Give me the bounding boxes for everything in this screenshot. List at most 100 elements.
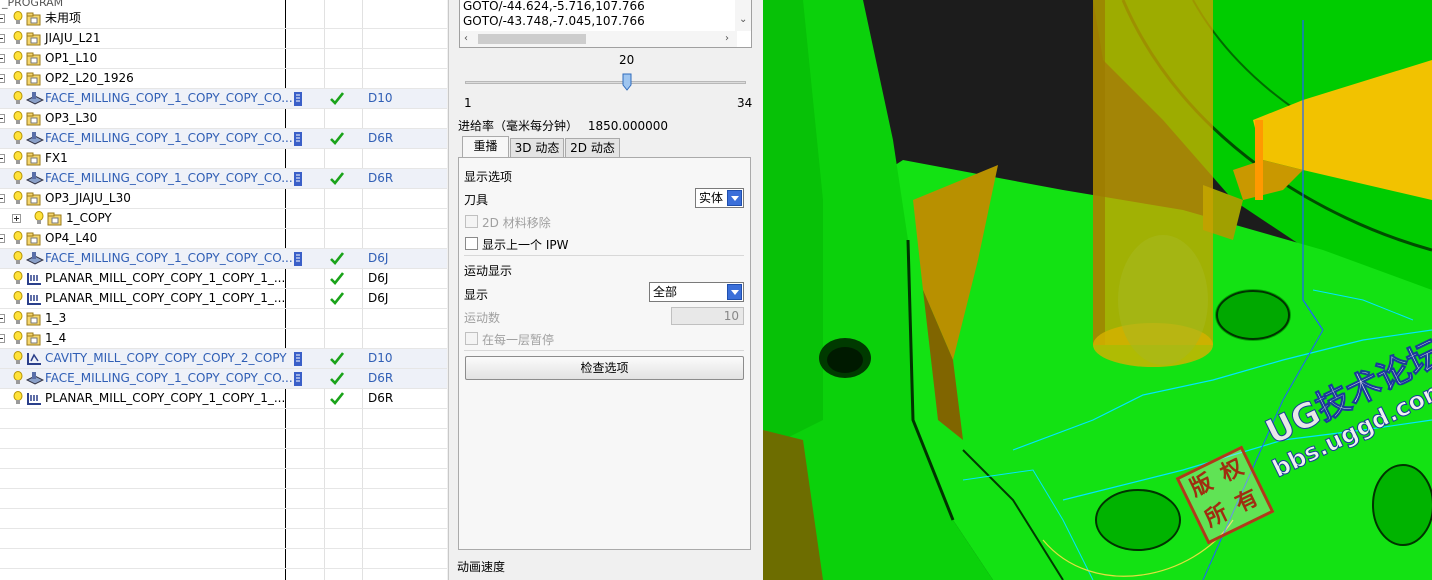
- operation-name: OP3_L30: [45, 111, 98, 125]
- operation-name: OP1_L10: [45, 51, 98, 65]
- operation-name: FX1: [45, 151, 68, 165]
- expand-toggle-icon[interactable]: [0, 154, 5, 163]
- tree-row[interactable]: FACE_MILLING_COPY_1_COPY_COPY_CO... D6R: [0, 369, 447, 389]
- tab-2d-dynamic[interactable]: 2D 动态: [565, 138, 620, 157]
- checkmark-icon: [330, 352, 345, 368]
- operation-navigator: _PROGRAM 未用项 JIAJU_L21 OP1_L10 OP2_L20_1926…: [0, 0, 447, 580]
- expand-toggle-icon[interactable]: [0, 74, 5, 83]
- slider-thumb[interactable]: [622, 73, 632, 91]
- tree-row[interactable]: 未用项: [0, 9, 447, 29]
- toolpath-icon: [294, 372, 302, 389]
- scroll-down-icon[interactable]: ⌄: [739, 15, 747, 25]
- tree-row[interactable]: OP3_L30: [0, 109, 447, 129]
- motion-count-label: 运动数: [464, 311, 501, 325]
- tree-row[interactable]: OP1_L10: [0, 49, 447, 69]
- tool-name: D6R: [368, 131, 394, 145]
- cavity-mill-icon: [26, 352, 42, 369]
- expand-toggle-icon[interactable]: [0, 14, 5, 23]
- animation-slider[interactable]: [465, 81, 746, 84]
- pause-each-layer-checkbox[interactable]: [465, 332, 478, 345]
- face-milling-icon: [25, 132, 45, 149]
- tree-row[interactable]: FACE_MILLING_COPY_1_COPY_COPY_CO... D6J: [0, 249, 447, 269]
- vertical-scrollbar[interactable]: ⌄: [735, 0, 751, 31]
- chevron-down-icon[interactable]: [727, 284, 742, 300]
- show-prev-ipw-checkbox[interactable]: [465, 237, 478, 250]
- operation-name: PLANAR_MILL_COPY_COPY_1_COPY_1_...: [45, 271, 286, 285]
- operation-name: PLANAR_MILL_COPY_COPY_1_COPY_1_...: [45, 291, 286, 305]
- expand-toggle-icon[interactable]: [0, 314, 5, 323]
- tree-row[interactable]: FX1: [0, 149, 447, 169]
- tool-name: D6J: [368, 251, 389, 265]
- chevron-down-icon[interactable]: [727, 190, 742, 206]
- status-bulb-icon: [13, 151, 23, 169]
- divider: [464, 255, 744, 256]
- operation-name: JIAJU_L21: [45, 31, 101, 45]
- display-select[interactable]: 全部: [649, 282, 744, 302]
- toolpath-icon: [294, 132, 302, 149]
- tree-row[interactable]: PLANAR_MILL_COPY_COPY_1_COPY_1_... D6J: [0, 269, 447, 289]
- check-options-button[interactable]: 检查选项: [465, 356, 744, 380]
- tree-header-label: _PROGRAM: [2, 0, 64, 9]
- replay-tab-content: 显示选项 刀具 实体 2D 材料移除 显示上一个 IPW 运动显示 显示 全部 …: [458, 157, 751, 550]
- status-bulb-icon: [13, 311, 23, 329]
- material-removal-2d-checkbox[interactable]: [465, 215, 478, 228]
- expand-toggle-icon[interactable]: [0, 54, 5, 63]
- tree-row[interactable]: 1_4: [0, 329, 447, 349]
- face-milling-icon: [25, 172, 45, 189]
- status-bulb-icon: [34, 211, 44, 229]
- toolpath-icon: [294, 352, 302, 369]
- motion-count-input[interactable]: 10: [671, 307, 744, 325]
- tree-row[interactable]: JIAJU_L21: [0, 29, 447, 49]
- empty-row: [0, 469, 447, 489]
- tree-row[interactable]: OP2_L20_1926: [0, 69, 447, 89]
- goto-listbox[interactable]: GOTO/-44.624,-5.716,107.766 GOTO/-43.748…: [459, 0, 752, 48]
- expand-toggle-icon[interactable]: [0, 334, 5, 343]
- operation-name: 1_4: [45, 331, 67, 345]
- tree-row[interactable]: FACE_MILLING_COPY_1_COPY_COPY_CO... D6R: [0, 129, 447, 149]
- operation-name: FACE_MILLING_COPY_1_COPY_COPY_CO...: [45, 171, 293, 185]
- tree-row[interactable]: PLANAR_MILL_COPY_COPY_1_COPY_1_... D6J: [0, 289, 447, 309]
- tool-display-value: 实体: [699, 191, 724, 205]
- expand-toggle-icon[interactable]: [0, 234, 5, 243]
- tree-row[interactable]: OP4_L40: [0, 229, 447, 249]
- status-bulb-icon: [13, 131, 23, 149]
- checkmark-icon: [330, 252, 345, 268]
- status-bulb-icon: [13, 111, 23, 129]
- tree-row[interactable]: PLANAR_MILL_COPY_COPY_1_COPY_1_... D6R: [0, 389, 447, 409]
- expand-toggle-icon[interactable]: [0, 194, 5, 203]
- tool-display-select[interactable]: 实体: [695, 188, 744, 208]
- program-folder-icon: [26, 32, 42, 49]
- expand-toggle-icon[interactable]: [0, 34, 5, 43]
- tree-row[interactable]: 1_3: [0, 309, 447, 329]
- tree-row[interactable]: CAVITY_MILL_COPY_COPY_COPY_2_COPY D10: [0, 349, 447, 369]
- tree-row[interactable]: FACE_MILLING_COPY_1_COPY_COPY_CO... D6R: [0, 169, 447, 189]
- display-value: 全部: [653, 285, 678, 299]
- horizontal-scrollbar[interactable]: ‹ ›: [460, 31, 737, 47]
- operation-name: OP4_L40: [45, 231, 98, 245]
- status-bulb-icon: [13, 191, 23, 209]
- tree-row[interactable]: FACE_MILLING_COPY_1_COPY_COPY_CO... D10: [0, 89, 447, 109]
- tool-name: D10: [368, 91, 393, 105]
- expand-toggle-icon[interactable]: [12, 214, 21, 223]
- scroll-right-icon[interactable]: ›: [725, 34, 729, 44]
- graphics-viewport[interactable]: UG技术论坛 bbs.uggd.com 版 权 所 有: [763, 0, 1432, 580]
- planar-mill-icon: [26, 392, 42, 409]
- tree-row[interactable]: OP3_JIAJU_L30: [0, 189, 447, 209]
- watermark: UG技术论坛 bbs.uggd.com 版 权 所 有: [1175, 333, 1432, 550]
- tool-label: 刀具: [464, 193, 489, 207]
- pause-each-layer-label: 在每一层暂停: [482, 333, 555, 347]
- slider-min: 1: [464, 96, 472, 110]
- program-folder-icon: [26, 12, 42, 29]
- copyright-stamp: 版 权 所 有: [1175, 445, 1275, 545]
- checkmark-icon: [330, 372, 345, 388]
- program-folder-icon: [26, 112, 42, 129]
- show-prev-ipw-label: 显示上一个 IPW: [482, 238, 569, 252]
- planar-mill-icon: [26, 272, 42, 289]
- tree-row[interactable]: 1_COPY: [0, 209, 447, 229]
- tab-3d-dynamic[interactable]: 3D 动态: [510, 138, 564, 157]
- scrollbar-thumb[interactable]: [478, 34, 586, 44]
- slider-max: 34: [737, 96, 753, 110]
- expand-toggle-icon[interactable]: [0, 114, 5, 123]
- tab-replay[interactable]: 重播: [462, 136, 509, 157]
- scroll-left-icon[interactable]: ‹: [464, 34, 468, 44]
